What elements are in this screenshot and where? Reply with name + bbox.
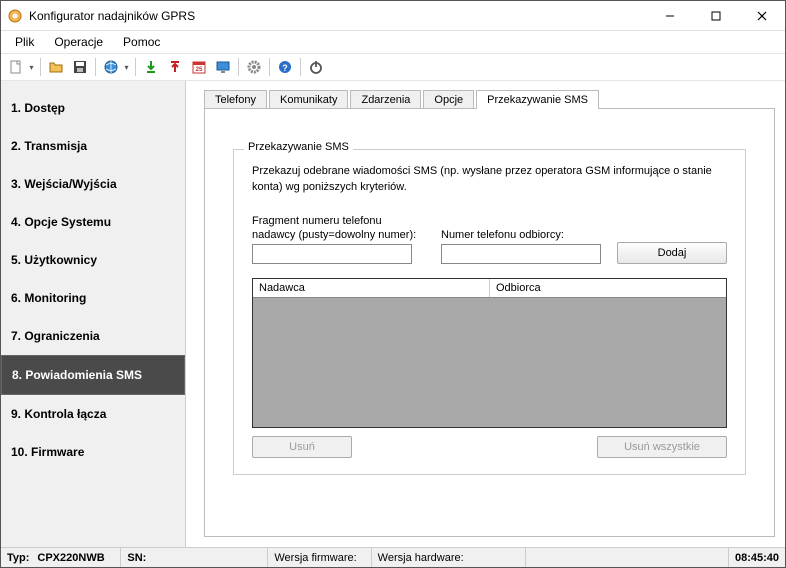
tab-sms-forwarding[interactable]: Przekazywanie SMS [476, 90, 599, 109]
sidebar-item-monitoring[interactable]: 6. Monitoring [1, 279, 185, 317]
window-title: Konfigurator nadajników GPRS [29, 9, 647, 23]
delete-all-button[interactable]: Usuń wszystkie [597, 436, 727, 458]
status-type-value: CPX220NWB [31, 548, 121, 567]
tab-messages[interactable]: Komunikaty [269, 90, 348, 109]
svg-text:25: 25 [196, 67, 203, 73]
status-bar: Typ: CPX220NWB SN: Wersja firmware: Wers… [1, 547, 785, 567]
delete-button[interactable]: Usuń [252, 436, 352, 458]
tab-bar: Telefony Komunikaty Zdarzenia Opcje Prze… [204, 87, 775, 109]
download-icon[interactable] [140, 56, 162, 78]
sidebar-item-sms-notifications[interactable]: 8. Powiadomienia SMS [1, 355, 185, 395]
power-icon[interactable] [305, 56, 327, 78]
save-icon[interactable] [69, 56, 91, 78]
minimize-button[interactable] [647, 1, 693, 31]
upload-icon[interactable] [164, 56, 186, 78]
dropdown-icon[interactable]: ▾ [122, 63, 131, 72]
monitor-icon[interactable] [212, 56, 234, 78]
group-description: Przekazuj odebrane wiadomości SMS (np. w… [252, 164, 727, 196]
app-icon [7, 8, 23, 24]
status-hw-value [466, 548, 526, 567]
status-sn-label: SN: [121, 548, 148, 567]
status-hw-label: Wersja hardware: [372, 548, 466, 567]
sender-input[interactable] [252, 244, 412, 264]
sender-field: Fragment numeru telefonu nadawcy (pusty=… [252, 214, 425, 265]
maximize-button[interactable] [693, 1, 739, 31]
status-fw-value [359, 548, 372, 567]
menu-help[interactable]: Pomoc [113, 33, 170, 51]
new-file-icon[interactable] [5, 56, 27, 78]
grid-header: Nadawca Odbiorca [253, 279, 726, 298]
col-sender[interactable]: Nadawca [253, 279, 490, 297]
status-sn-value [148, 548, 268, 567]
status-fw-label: Wersja firmware: [268, 548, 358, 567]
recipient-input[interactable] [441, 244, 601, 264]
title-bar: Konfigurator nadajników GPRS [1, 1, 785, 31]
calendar-icon[interactable]: 25 [188, 56, 210, 78]
menu-file[interactable]: Plik [5, 33, 44, 51]
help-icon[interactable]: ? [274, 56, 296, 78]
grid-body[interactable] [253, 298, 726, 427]
status-time: 08:45:40 [728, 548, 785, 567]
sidebar-item-io[interactable]: 3. Wejścia/Wyjścia [1, 165, 185, 203]
sidebar-item-access[interactable]: 1. Dostęp [1, 89, 185, 127]
toolbar: ▾ ▾ 25 ? [1, 53, 785, 81]
tab-events[interactable]: Zdarzenia [350, 90, 421, 109]
forwarding-grid[interactable]: Nadawca Odbiorca [252, 278, 727, 428]
sidebar-item-system-options[interactable]: 4. Opcje Systemu [1, 203, 185, 241]
gear-icon[interactable] [243, 56, 265, 78]
sidebar: 1. Dostęp 2. Transmisja 3. Wejścia/Wyjśc… [1, 81, 186, 547]
open-folder-icon[interactable] [45, 56, 67, 78]
sender-label: Fragment numeru telefonu nadawcy (pusty=… [252, 214, 425, 243]
close-button[interactable] [739, 1, 785, 31]
sidebar-item-link-control[interactable]: 9. Kontrola łącza [1, 395, 185, 433]
svg-text:?: ? [282, 63, 288, 73]
sidebar-item-firmware[interactable]: 10. Firmware [1, 433, 185, 471]
sms-forwarding-group: Przekazywanie SMS Przekazuj odebrane wia… [233, 149, 746, 475]
recipient-field: Numer telefonu odbiorcy: [441, 228, 601, 264]
tab-phones[interactable]: Telefony [204, 90, 267, 109]
group-legend: Przekazywanie SMS [244, 141, 353, 153]
recipient-label: Numer telefonu odbiorcy: [441, 228, 601, 242]
menu-operations[interactable]: Operacje [44, 33, 113, 51]
menu-bar: Plik Operacje Pomoc [1, 31, 785, 53]
sidebar-item-restrictions[interactable]: 7. Ograniczenia [1, 317, 185, 355]
sidebar-item-transmission[interactable]: 2. Transmisja [1, 127, 185, 165]
col-recipient[interactable]: Odbiorca [490, 279, 726, 297]
tab-options[interactable]: Opcje [423, 90, 474, 109]
add-button[interactable]: Dodaj [617, 242, 727, 264]
status-type-label: Typ: [1, 548, 31, 567]
sidebar-item-users[interactable]: 5. Użytkownicy [1, 241, 185, 279]
tab-panel: Przekazywanie SMS Przekazuj odebrane wia… [204, 108, 775, 537]
globe-icon[interactable] [100, 56, 122, 78]
dropdown-icon[interactable]: ▾ [27, 63, 36, 72]
